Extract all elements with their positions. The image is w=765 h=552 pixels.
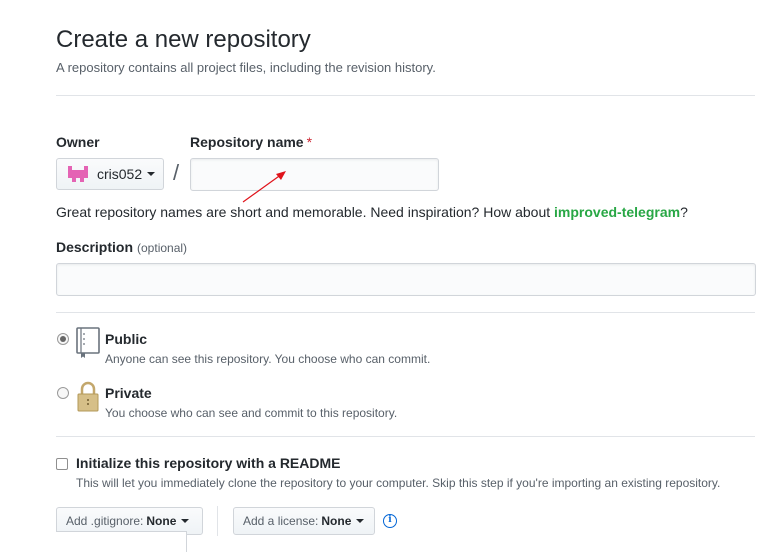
owner-label: Owner	[56, 134, 100, 150]
repo-name-label-text: Repository name	[190, 134, 304, 150]
avatar-identicon	[68, 166, 88, 182]
name-suggestion-link[interactable]: improved-telegram	[554, 204, 680, 220]
hint-text: Great repository names are short and mem…	[56, 204, 555, 220]
license-label: Add a license:	[243, 514, 319, 528]
private-radio[interactable]	[57, 387, 69, 399]
divider	[217, 506, 218, 536]
divider	[56, 95, 755, 96]
private-title: Private	[105, 385, 152, 401]
license-select[interactable]: Add a license: None	[233, 507, 375, 535]
repo-icon	[76, 327, 100, 358]
divider	[56, 436, 755, 437]
public-desc: Anyone can see this repository. You choo…	[105, 352, 431, 366]
annotation-arrow	[242, 171, 286, 203]
readme-checkbox[interactable]	[56, 458, 68, 470]
repo-name-label: Repository name *	[190, 134, 312, 150]
optional-note: (optional)	[137, 241, 188, 255]
description-label: Description (optional)	[56, 239, 187, 255]
public-title: Public	[105, 331, 148, 347]
private-desc: You choose who can see and commit to thi…	[105, 406, 398, 420]
hint-end: ?	[680, 204, 688, 220]
caret-down-icon	[181, 519, 190, 523]
owner-name: cris052	[97, 166, 143, 182]
page-subtitle: A repository contains all project files,…	[56, 60, 436, 75]
description-input[interactable]	[56, 263, 756, 296]
readme-label[interactable]: Initialize this repository with a README	[76, 455, 340, 471]
divider	[56, 312, 755, 313]
description-label-text: Description	[56, 239, 134, 255]
repo-name-input[interactable]	[190, 158, 439, 191]
name-hint: Great repository names are short and mem…	[56, 204, 688, 220]
required-mark: *	[306, 134, 313, 150]
license-value: None	[321, 514, 352, 528]
lock-icon	[77, 381, 99, 412]
readme-desc: This will let you immediately clone the …	[76, 476, 721, 490]
owner-repo-separator: /	[173, 160, 180, 185]
caret-down-icon	[356, 519, 365, 523]
gitignore-value: None	[146, 514, 177, 528]
gitignore-label: Add .gitignore:	[66, 514, 144, 528]
owner-dropdown[interactable]: cris052	[56, 158, 164, 190]
dropdown-popup-edge	[56, 531, 187, 552]
caret-down-icon	[147, 172, 156, 176]
info-icon[interactable]: i	[383, 514, 397, 528]
public-radio[interactable]	[57, 333, 69, 345]
page-title: Create a new repository	[56, 26, 311, 53]
